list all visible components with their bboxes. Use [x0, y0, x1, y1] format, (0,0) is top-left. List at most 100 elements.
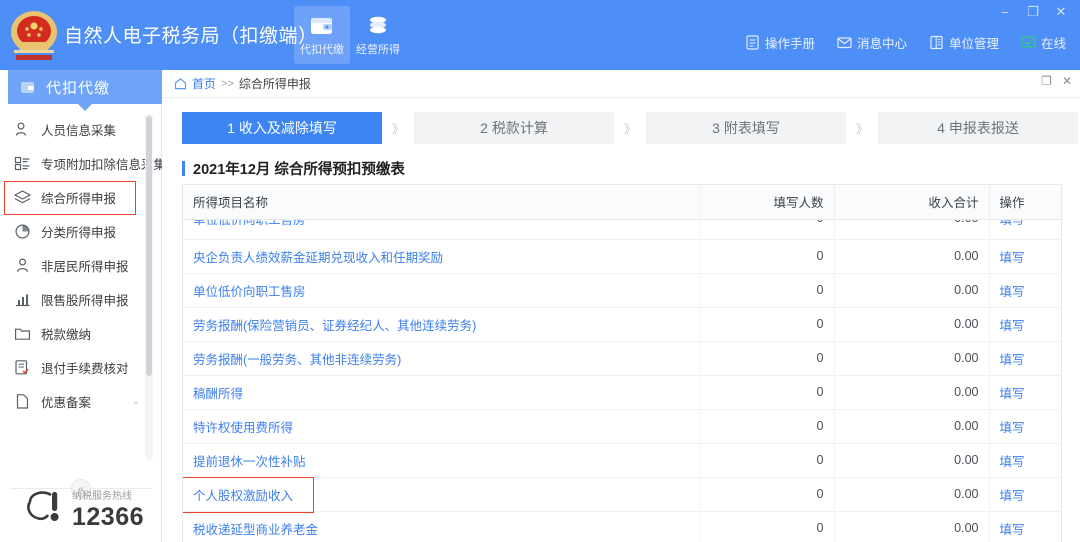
cell-count: 0	[699, 477, 835, 512]
sidebar-title: 代扣代缴	[46, 79, 111, 97]
home-icon	[174, 78, 187, 90]
table-row[interactable]: 特许权使用费所得 0 0.00 填写	[183, 409, 1061, 444]
step-4-declaration-submit[interactable]: 4 申报表报送	[878, 112, 1078, 144]
table-row[interactable]: 稿酬所得 0 0.00 填写	[183, 375, 1061, 410]
cell-action[interactable]: 填写	[989, 477, 1061, 512]
col-count: 填写人数	[699, 185, 835, 220]
close-icon[interactable]: ✕	[1048, 2, 1074, 22]
sidebar-item-label: 限售股所得申报	[41, 293, 129, 308]
table-row[interactable]: 劳务报酬(一般劳务、其他非连续劳务) 0 0.00 填写	[183, 341, 1061, 376]
sidebar-item-special-deduction[interactable]: 专项附加扣除信息采集	[0, 146, 166, 180]
step-arrow: 》	[391, 121, 404, 136]
cell-count: 0	[710, 219, 824, 225]
wallet-icon	[311, 17, 332, 34]
cell-total: 0.00	[834, 341, 990, 376]
table-row[interactable]: 央企负责人绩效薪金延期兑现收入和任期奖励 0 0.00 填写	[183, 239, 1061, 274]
cell-action[interactable]: 填写	[989, 307, 1061, 342]
table-row-highlighted[interactable]: 个人股权激励收入 0 0.00 填写	[183, 476, 1061, 512]
tab-daikou-daijiao[interactable]: 代扣代缴	[294, 6, 350, 64]
step-3-attachment-fill[interactable]: 3 附表填写	[646, 112, 846, 144]
cell-action[interactable]: 填写	[989, 375, 1061, 410]
sidebar-item-tax-payment[interactable]: 税款缴纳	[0, 316, 150, 350]
maximize-icon[interactable]: ❐	[1020, 2, 1046, 22]
cell-action[interactable]: 填写	[989, 273, 1061, 308]
app-title: 自然人电子税务局（扣缴端）	[64, 26, 318, 47]
sidebar-item-nonresident-income-declaration[interactable]: 非居民所得申报	[0, 248, 150, 282]
cell-action[interactable]: 填写	[989, 443, 1061, 478]
breadcrumb-separator: >>	[221, 77, 234, 90]
breadcrumb: 首页 >> 综合所得申报 ❐ ✕	[162, 70, 1080, 98]
panel-close-icon[interactable]: ✕	[1062, 75, 1072, 87]
cell-item-name[interactable]: 特许权使用费所得	[183, 409, 700, 444]
cell-total: 0.00	[834, 511, 990, 542]
table-row[interactable]: 税收递延型商业养老金 0 0.00 填写	[183, 511, 1061, 542]
chevron-down-icon[interactable]: ⌄	[132, 396, 140, 407]
step-2-tax-calculation[interactable]: 2 税款计算	[414, 112, 614, 144]
cell-total: 0.00	[834, 477, 990, 512]
tab-label: 经营所得	[356, 43, 400, 56]
col-action: 操作	[989, 185, 1061, 220]
cell-total: 0.00	[834, 409, 990, 444]
menu-label: 在线	[1040, 37, 1066, 51]
sidebar-item-restricted-stock-declaration[interactable]: 限售股所得申报	[0, 282, 150, 316]
menu-item-unit-management[interactable]: 单位管理	[929, 33, 999, 52]
sidebar-item-refund-fee-check[interactable]: 退付手续费核对	[0, 350, 150, 384]
cell-item-name[interactable]: 单位低价向职工售房	[183, 273, 700, 308]
sidebar: 代扣代缴 人员信息采集 专项附加扣除信息采集 综合所得申报 分类所得申报 非居民…	[0, 70, 166, 542]
menu-item-online-status[interactable]: 在线	[1021, 33, 1066, 52]
sidebar-item-comprehensive-income-declaration[interactable]: 综合所得申报	[0, 180, 150, 215]
sidebar-item-classified-income-declaration[interactable]: 分类所得申报	[0, 214, 150, 248]
breadcrumb-home[interactable]: 首页	[192, 75, 216, 92]
headset-icon	[27, 491, 59, 521]
cell-count: 0	[699, 443, 835, 478]
layers-icon	[14, 189, 31, 203]
step-arrow: 》	[855, 121, 868, 136]
cell-count: 0	[699, 409, 835, 444]
building-icon	[930, 35, 943, 50]
sidebar-menu: 人员信息采集 专项附加扣除信息采集 综合所得申报 分类所得申报 非居民所得申报 …	[0, 112, 166, 418]
hotline-number: 12366	[72, 503, 145, 531]
panel-controls: ❐ ✕	[1041, 75, 1072, 87]
step-1-income-deduction[interactable]: 1 收入及减除填写	[182, 112, 382, 144]
cell-item-name[interactable]: 个人股权激励收入	[183, 476, 700, 512]
cell-item-name[interactable]: 央企负责人绩效薪金延期兑现收入和任期奖励	[183, 239, 700, 274]
hotline-block: 纳税服务热线 12366	[24, 486, 144, 530]
cell-action[interactable]: 填写	[989, 239, 1061, 274]
menu-label: 单位管理	[948, 37, 999, 51]
wallet-icon	[21, 81, 34, 93]
cell-item-name[interactable]: 税收递延型商业养老金	[183, 511, 700, 542]
cell-action[interactable]: 填写	[989, 341, 1061, 376]
table-row[interactable]: 劳务报酬(保险营销员、证券经纪人、其他连续劳务) 0 0.00 填写	[183, 307, 1061, 342]
cell-action[interactable]: 填写	[989, 511, 1061, 542]
cell-item-name[interactable]: 提前退休一次性补贴	[183, 443, 700, 478]
income-items-table-wrapper: 所得项目名称 填写人数 收入合计 操作 单位低价向职工售房 0 0.00 填写 …	[182, 184, 1062, 542]
app-header: − ❐ ✕ 自然人电子税务局（扣缴端） 代扣代缴 经营所得 操作手册 消息中心 …	[0, 0, 1080, 70]
menu-item-messages[interactable]: 消息中心	[837, 33, 907, 52]
file-icon	[16, 393, 29, 409]
table-row[interactable]: 单位低价向职工售房 0 0.00 填写	[183, 219, 1061, 240]
menu-item-manual[interactable]: 操作手册	[745, 33, 815, 52]
person-icon	[17, 257, 28, 272]
cell-item-name[interactable]: 稿酬所得	[183, 375, 700, 410]
sidebar-scrollbar[interactable]	[145, 114, 153, 460]
national-tax-emblem	[11, 11, 57, 60]
minimize-icon[interactable]: −	[992, 2, 1018, 22]
tab-jingying-suode[interactable]: 经营所得	[350, 6, 406, 64]
cell-item-name[interactable]: 劳务报酬(一般劳务、其他非连续劳务)	[183, 341, 700, 376]
panel-maximize-icon[interactable]: ❐	[1041, 75, 1052, 87]
sidebar-item-personnel-info[interactable]: 人员信息采集	[0, 112, 150, 146]
sidebar-item-preferential-filing[interactable]: 优惠备案 ⌄	[0, 384, 150, 418]
sidebar-caret	[78, 104, 92, 111]
cell-item-name[interactable]: 劳务报酬(保险营销员、证券经纪人、其他连续劳务)	[183, 307, 700, 342]
cell-action[interactable]: 填写	[989, 409, 1061, 444]
tab-label: 代扣代缴	[300, 43, 344, 56]
cell-total: 0.00	[834, 443, 990, 478]
col-total-income: 收入合计	[834, 185, 990, 220]
table-row[interactable]: 单位低价向职工售房 0 0.00 填写	[183, 273, 1061, 308]
cell-count: 0	[699, 341, 835, 376]
step-arrow: 》	[623, 121, 636, 136]
window-controls: − ❐ ✕	[992, 2, 1074, 22]
table-row[interactable]: 提前退休一次性补贴 0 0.00 填写	[183, 443, 1061, 478]
main-content: 首页 >> 综合所得申报 ❐ ✕ 1 收入及减除填写 》 2 税款计算 》 3 …	[162, 70, 1080, 542]
person-add-icon	[15, 121, 27, 136]
